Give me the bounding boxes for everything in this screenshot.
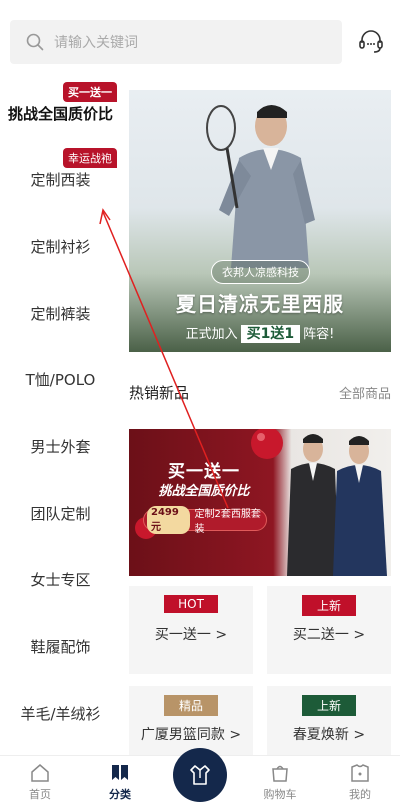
category-icon — [112, 765, 128, 780]
top-bar: 请输入关键词 — [0, 0, 400, 80]
card-badge: 上新 — [302, 695, 356, 716]
card-label: 买二送一 > — [292, 627, 366, 643]
sidebar-item-label: 羊毛/羊绒衫 — [20, 704, 101, 723]
sidebar-item-shoes-accessories[interactable]: 鞋履配饰 — [0, 613, 121, 679]
promo-price-suffix: 元 — [151, 522, 161, 533]
sidebar-badge: 买一送一 — [63, 82, 117, 102]
promo-pill-text: 定制2套西服套装 — [194, 509, 261, 535]
banner-headline: 夏日清凉无里西服 — [176, 292, 344, 316]
search-bar[interactable]: 请输入关键词 — [10, 20, 342, 64]
card-badge: 精品 — [164, 695, 218, 716]
card-badge: HOT — [164, 595, 218, 613]
custom-suit-center-button[interactable] — [173, 748, 227, 802]
sidebar-item-label: T恤/POLO — [25, 370, 96, 389]
profile-icon — [351, 764, 369, 782]
sidebar-item-custom-shirts[interactable]: 定制衬衫 — [0, 213, 121, 279]
sidebar-item-challenge[interactable]: 挑战全国质价比 买一送一 — [0, 80, 121, 146]
promo-line2: 挑战全国质价比 — [158, 484, 250, 499]
tab-category[interactable]: 分类 — [80, 756, 160, 807]
customer-service-icon[interactable] — [357, 28, 385, 56]
suit-icon — [190, 765, 210, 785]
sidebar-item-label: 女士专区 — [30, 570, 91, 589]
tab-label: 首页 — [29, 788, 51, 801]
card-label: 买一送一 > — [154, 627, 228, 643]
sidebar-item-label: 挑战全国质价比 — [7, 104, 113, 123]
category-card-new-buy2[interactable]: 上新 买二送一 > — [267, 586, 391, 674]
tab-label: 购物车 — [263, 788, 297, 801]
banner-sub-highlight: 买1送1 — [240, 325, 301, 343]
promo-price-pill: 2499 元 定制2套西服套装 — [143, 506, 267, 535]
banner-sub-after: 阵容! — [303, 327, 335, 342]
sidebar-item-wool-cashmere[interactable]: 羊毛/羊绒衫 — [0, 680, 121, 746]
banner-subline: 正式加入 买1送1 阵容! — [129, 323, 391, 343]
sidebar-item-label: 男士外套 — [30, 437, 91, 456]
banner-model-image — [206, 105, 315, 268]
category-card-hot[interactable]: HOT 买一送一 > — [129, 586, 253, 674]
sidebar-item-tshirt-polo[interactable]: T恤/POLO — [0, 346, 121, 412]
sidebar-item-label: 定制衬衫 — [30, 237, 91, 256]
sidebar-item-label: 团队定制 — [30, 504, 91, 523]
card-badge: 上新 — [302, 595, 356, 616]
cart-icon — [272, 765, 288, 782]
section-title: 热销新品 — [129, 384, 190, 402]
sidebar-item-label: 鞋履配饰 — [30, 637, 91, 656]
sidebar-badge: 幸运战袍 — [63, 148, 117, 168]
sidebar-item-label: 定制西装 — [30, 170, 91, 189]
banner-sub-before: 正式加入 — [185, 327, 238, 342]
sidebar-item-custom-trousers[interactable]: 定制裤装 — [0, 280, 121, 346]
summer-suit-banner[interactable]: 衣邦人凉感科技 夏日清凉无里西服 正式加入 买1送1 阵容! — [129, 90, 391, 352]
buy-one-get-one-promo[interactable]: 买一送一 挑战全国质价比 2499 元 定制2套西服套装 — [129, 429, 391, 576]
tab-label: 分类 — [109, 788, 131, 801]
tab-cart[interactable]: 购物车 — [240, 756, 320, 807]
tab-home[interactable]: 首页 — [0, 756, 80, 807]
tab-label: 我的 — [349, 788, 371, 801]
tab-mine[interactable]: 我的 — [320, 756, 400, 807]
sidebar-item-label: 定制裤装 — [30, 304, 91, 323]
card-label: 广厦男篮同款 > — [140, 727, 242, 743]
promo-models-image — [287, 434, 387, 576]
card-label: 春夏焕新 > — [292, 727, 366, 743]
banner-tag: 衣邦人凉感科技 — [211, 260, 310, 284]
sidebar-item-custom-suits[interactable]: 定制西装 幸运战袍 — [0, 146, 121, 212]
sidebar-item-mens-outerwear[interactable]: 男士外套 — [0, 413, 121, 479]
search-placeholder: 请输入关键词 — [54, 35, 138, 51]
promo-price: 2499 — [151, 507, 179, 518]
sidebar-item-team-custom[interactable]: 团队定制 — [0, 480, 121, 546]
home-icon — [31, 764, 49, 782]
promo-line1: 买一送一 — [168, 462, 240, 482]
main-content: 衣邦人凉感科技 夏日清凉无里西服 正式加入 买1送1 阵容! 热销新品 全部商品 买… — [121, 80, 400, 774]
all-products-link[interactable]: 全部商品 — [339, 383, 391, 402]
search-icon — [26, 33, 44, 51]
sidebar-item-womens[interactable]: 女士专区 — [0, 546, 121, 612]
